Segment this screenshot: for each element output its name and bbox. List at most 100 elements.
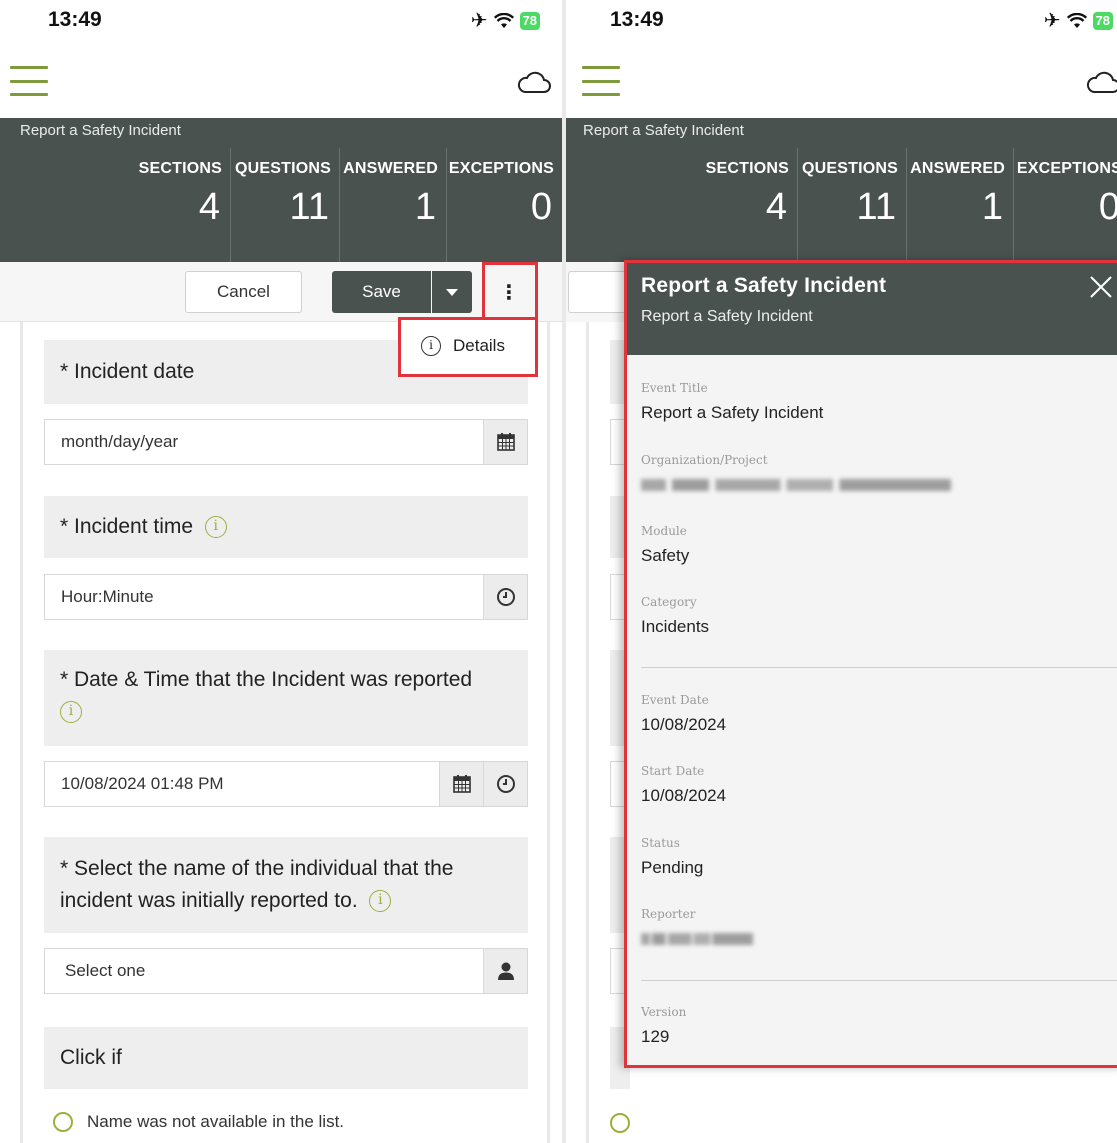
status-bar: 13:49 ✈ 78 (566, 0, 1117, 44)
details-menu: i Details (398, 317, 538, 377)
details-panel-title: Report a Safety Incident (641, 274, 887, 297)
radio-button[interactable] (610, 1113, 630, 1133)
battery-indicator: 78 (1092, 11, 1113, 30)
stat-exceptions: EXCEPTIONS 0 (1014, 148, 1117, 262)
field-value: Incidents (641, 617, 710, 636)
stat-value: 11 (289, 186, 329, 228)
field-value: Pending (641, 858, 704, 877)
cancel-button[interactable] (568, 271, 628, 313)
select-value: Select one (65, 961, 146, 980)
question-card: Click if (44, 1027, 528, 1089)
cancel-button[interactable]: Cancel (185, 271, 302, 313)
radio-button[interactable] (53, 1112, 73, 1132)
cloud-sync-icon[interactable] (1085, 68, 1117, 96)
stat-label: QUESTIONS (234, 160, 331, 177)
field-status: Status Pending (641, 836, 703, 878)
stat-label: EXCEPTIONS (448, 160, 554, 177)
field-label: Start Date (641, 764, 705, 778)
field-value: Safety (641, 546, 690, 565)
form-body (586, 322, 630, 1143)
cloud-sync-icon[interactable] (516, 68, 552, 96)
info-icon[interactable]: i (60, 701, 82, 724)
airplane-mode-icon: ✈ (1043, 10, 1061, 32)
radio-label: Name was not available in the list. (87, 1112, 345, 1131)
stats-row: SECTIONS 4 QUESTIONS 11 ANSWERED 1 EXCEP… (704, 148, 1117, 262)
input-placeholder: Hour:Minute (61, 587, 154, 606)
question-label: * Select the name of the individual that… (60, 853, 520, 917)
wifi-icon (493, 12, 514, 28)
info-icon[interactable]: i (369, 890, 392, 913)
stat-value: 4 (198, 186, 220, 228)
field-label: Event Date (641, 693, 709, 707)
question-text: * Select the name of the individual that… (60, 857, 454, 912)
stat-label: ANSWERED (910, 160, 1005, 177)
reported-datetime-input[interactable]: 10/08/2024 01:48 PM (44, 761, 528, 807)
question-label: * Incident time i (60, 511, 227, 543)
status-icons: ✈ 78 (471, 8, 540, 33)
clock-icon[interactable] (483, 762, 527, 806)
wifi-icon (1066, 12, 1087, 28)
question-label: Click if (60, 1046, 122, 1069)
incident-date-input[interactable]: month/day/year (44, 419, 528, 465)
stats-row: SECTIONS 4 QUESTIONS 11 ANSWERED 1 EXCEP… (137, 148, 562, 262)
status-time: 13:49 (610, 8, 664, 31)
status-time: 13:49 (48, 8, 102, 31)
close-icon[interactable] (1089, 275, 1113, 299)
field-label: Organization/Project (641, 453, 768, 467)
stat-answered: ANSWERED 1 (340, 148, 447, 262)
clock-icon[interactable] (483, 575, 527, 619)
stat-sections: SECTIONS 4 (704, 148, 798, 262)
stat-label: EXCEPTIONS (1016, 160, 1117, 177)
highlight-box (482, 262, 538, 320)
details-panel-subtitle: Report a Safety Incident (641, 308, 813, 325)
question-label: * Incident date (60, 360, 195, 383)
field-label: Event Title (641, 381, 708, 395)
field-label: Category (641, 595, 697, 609)
field-category: Category Incidents (641, 595, 709, 637)
stat-sections: SECTIONS 4 (137, 148, 231, 262)
reported-to-select[interactable]: Select one (44, 948, 528, 994)
info-icon[interactable]: i (204, 516, 227, 539)
stat-value: 0 (1098, 186, 1117, 228)
battery-indicator: 78 (519, 11, 540, 30)
save-options-dropdown[interactable] (432, 271, 472, 313)
person-icon[interactable] (483, 949, 527, 993)
field-value: 10/08/2024 (641, 715, 727, 734)
field-reporter: Reporter (641, 907, 753, 945)
stat-value: 11 (856, 186, 896, 228)
stat-value: 1 (414, 186, 436, 228)
form-title: Report a Safety Incident (583, 122, 744, 139)
details-panel-header: Report a Safety Incident Report a Safety… (627, 263, 1117, 355)
question-card: * Date & Time that the Incident was repo… (44, 650, 528, 746)
calendar-icon[interactable] (483, 420, 527, 464)
calendar-icon[interactable] (439, 762, 483, 806)
save-button[interactable]: Save (332, 271, 431, 313)
phone-screen-right: 13:49 ✈ 78 Report a Safety Incident SECT… (566, 0, 1117, 1143)
details-menu-item[interactable]: i Details (421, 336, 505, 356)
field-label: Module (641, 524, 687, 538)
form-toolbar: Cancel Save ⋮ (0, 262, 562, 322)
radio-option[interactable]: Name was not available in the list. (53, 1112, 344, 1132)
stat-label: ANSWERED (343, 160, 438, 177)
stat-value: 0 (530, 186, 552, 228)
stat-questions: QUESTIONS 11 (231, 148, 340, 262)
airplane-mode-icon: ✈ (470, 10, 488, 32)
field-value: 10/08/2024 (641, 786, 727, 805)
menu-icon[interactable] (10, 66, 48, 96)
stat-value: 1 (981, 186, 1003, 228)
stat-exceptions: EXCEPTIONS 0 (447, 148, 562, 262)
stat-answered: ANSWERED 1 (907, 148, 1014, 262)
input-value: 10/08/2024 01:48 PM (61, 774, 224, 793)
section-divider (641, 980, 1117, 981)
menu-icon[interactable] (582, 66, 620, 96)
app-bar (0, 56, 562, 110)
caret-down-icon (446, 288, 458, 296)
question-card: * Select the name of the individual that… (44, 837, 528, 933)
question-text: * Date & Time that the Incident was repo… (60, 668, 473, 691)
status-bar: 13:49 ✈ 78 (0, 0, 562, 44)
incident-time-input[interactable]: Hour:Minute (44, 574, 528, 620)
question-card: * Incident time i (44, 496, 528, 558)
field-label: Status (641, 836, 680, 850)
field-event-title: Event Title Report a Safety Incident (641, 381, 823, 423)
field-start-date: Start Date 10/08/2024 (641, 764, 726, 806)
